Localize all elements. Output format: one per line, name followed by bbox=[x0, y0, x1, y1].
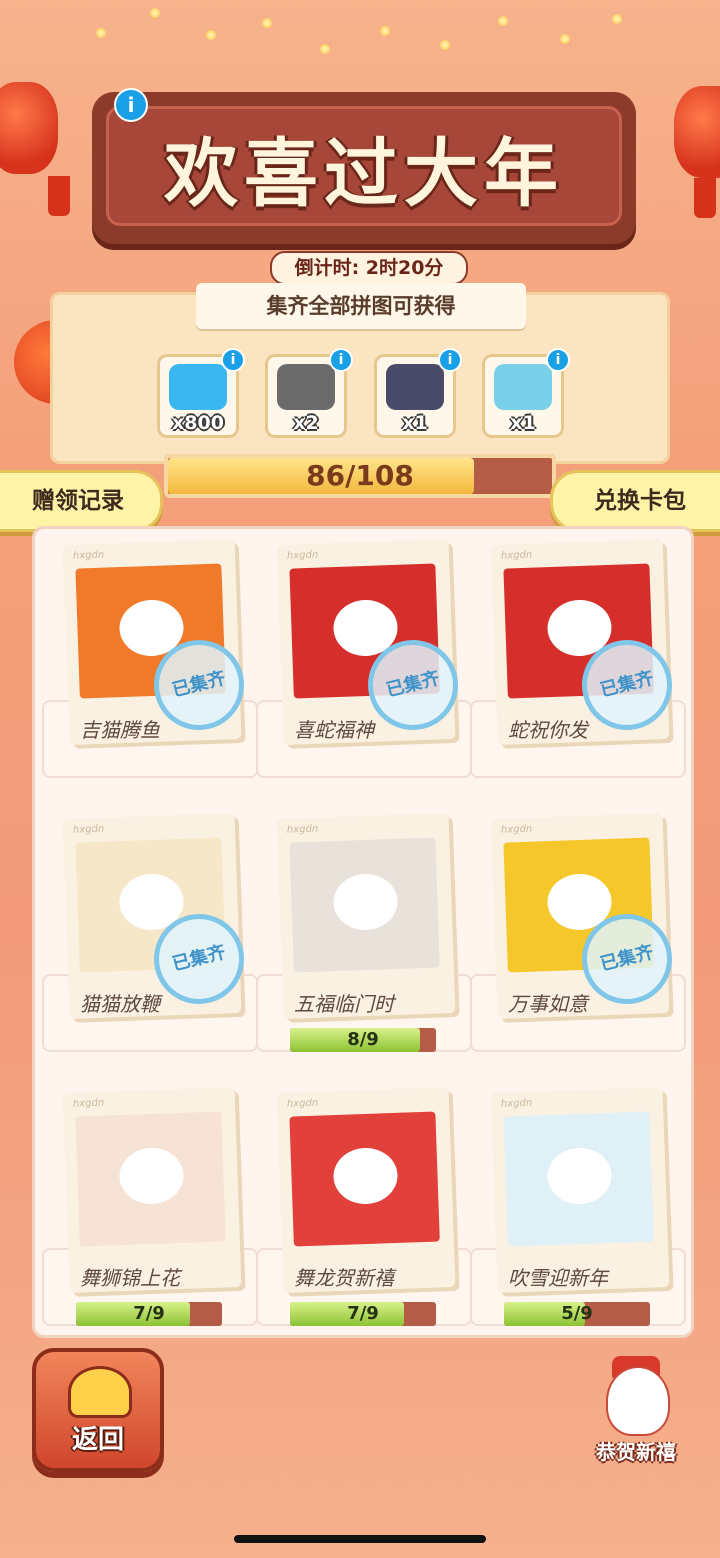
reward-info-icon[interactable]: i bbox=[438, 348, 462, 372]
event-info-icon[interactable]: i bbox=[114, 88, 148, 122]
back-button[interactable]: 返回 bbox=[32, 1348, 164, 1472]
card-progress-bar: 8/9 bbox=[290, 1028, 436, 1052]
exchange-pack-button[interactable]: 兑换卡包 bbox=[550, 470, 720, 532]
card-name: 喜蛇福神 bbox=[294, 718, 374, 742]
lantern-left-tassel bbox=[48, 176, 70, 216]
card-progress-bar: 5/9 bbox=[504, 1302, 650, 1326]
reward-star-card[interactable]: x1 i bbox=[374, 348, 462, 438]
greeting-label[interactable]: 恭贺新禧 bbox=[576, 1436, 696, 1465]
raccoon-fortune-cat-icon bbox=[277, 364, 335, 410]
card-name: 吉猫腾鱼 bbox=[80, 718, 160, 742]
reward-info-icon[interactable]: i bbox=[546, 348, 570, 372]
mascot-icon bbox=[606, 1366, 670, 1436]
card-brand: hxgdn bbox=[286, 823, 319, 836]
card-progress-label: 7/9 bbox=[347, 1303, 379, 1324]
mahjong-tile-icon bbox=[494, 364, 552, 410]
card-progress-label: 7/9 bbox=[133, 1303, 165, 1324]
card-name: 猫猫放鞭 bbox=[80, 992, 160, 1016]
reward-mahjong[interactable]: x1 i bbox=[482, 348, 570, 438]
lantern-left bbox=[0, 82, 58, 174]
card-name: 吹雪迎新年 bbox=[508, 1266, 608, 1290]
countdown-timer: 倒计时: 2时20分 bbox=[270, 251, 468, 285]
card-brand: hxgdn bbox=[500, 549, 533, 562]
card-progress-label: 8/9 bbox=[347, 1029, 379, 1050]
reward-qty: x2 bbox=[293, 412, 319, 434]
card-progress-label: 5/9 bbox=[561, 1303, 593, 1324]
card-brand: hxgdn bbox=[286, 549, 319, 562]
card-name: 舞龙贺新禧 bbox=[294, 1266, 394, 1290]
card-progress-bar: 7/9 bbox=[76, 1302, 222, 1326]
reward-info-icon[interactable]: i bbox=[221, 348, 245, 372]
card-brand: hxgdn bbox=[286, 1097, 319, 1110]
card-brand: hxgdn bbox=[500, 1097, 533, 1110]
lantern-right-tassel bbox=[694, 178, 716, 218]
reward-info-icon[interactable]: i bbox=[329, 348, 353, 372]
reward-qty: x1 bbox=[510, 412, 536, 434]
card-brand: hxgdn bbox=[72, 823, 105, 836]
card-art bbox=[289, 837, 440, 973]
character-icon bbox=[546, 1146, 613, 1206]
reward-qty: x800 bbox=[172, 412, 224, 434]
diamond-icon bbox=[169, 364, 227, 410]
card-name: 五福临门时 bbox=[294, 992, 394, 1016]
rewards-banner: 集齐全部拼图可获得 bbox=[196, 283, 526, 329]
card-name: 舞狮锦上花 bbox=[80, 1266, 180, 1290]
card-name: 万事如意 bbox=[508, 992, 588, 1016]
home-indicator[interactable] bbox=[234, 1535, 486, 1543]
reward-qty: x1 bbox=[402, 412, 428, 434]
card-art bbox=[75, 1111, 226, 1247]
star-card-icon bbox=[386, 364, 444, 410]
card-name: 蛇祝你发 bbox=[508, 718, 588, 742]
reward-raccoon[interactable]: x2 i bbox=[265, 348, 353, 438]
reward-diamond[interactable]: x800 i bbox=[157, 348, 245, 438]
card-art bbox=[503, 1111, 654, 1247]
character-icon bbox=[332, 872, 399, 932]
back-label: 返回 bbox=[71, 1425, 124, 1455]
gift-record-button[interactable]: 赠领记录 bbox=[0, 470, 163, 532]
page-title: 欢喜过大年 bbox=[164, 131, 564, 217]
collection-progress-bar: 86/108 bbox=[164, 454, 556, 498]
card-brand: hxgdn bbox=[72, 549, 105, 562]
back-arrow-icon bbox=[68, 1366, 132, 1418]
card-brand: hxgdn bbox=[72, 1097, 105, 1110]
card-progress-bar: 7/9 bbox=[290, 1302, 436, 1326]
character-icon bbox=[332, 1146, 399, 1206]
card-art bbox=[289, 1111, 440, 1247]
lantern-right bbox=[674, 86, 720, 178]
card-brand: hxgdn bbox=[500, 823, 533, 836]
character-icon bbox=[118, 1146, 185, 1206]
title-plaque: 欢喜过大年 bbox=[92, 92, 636, 244]
collection-progress-label: 86/108 bbox=[306, 459, 414, 492]
